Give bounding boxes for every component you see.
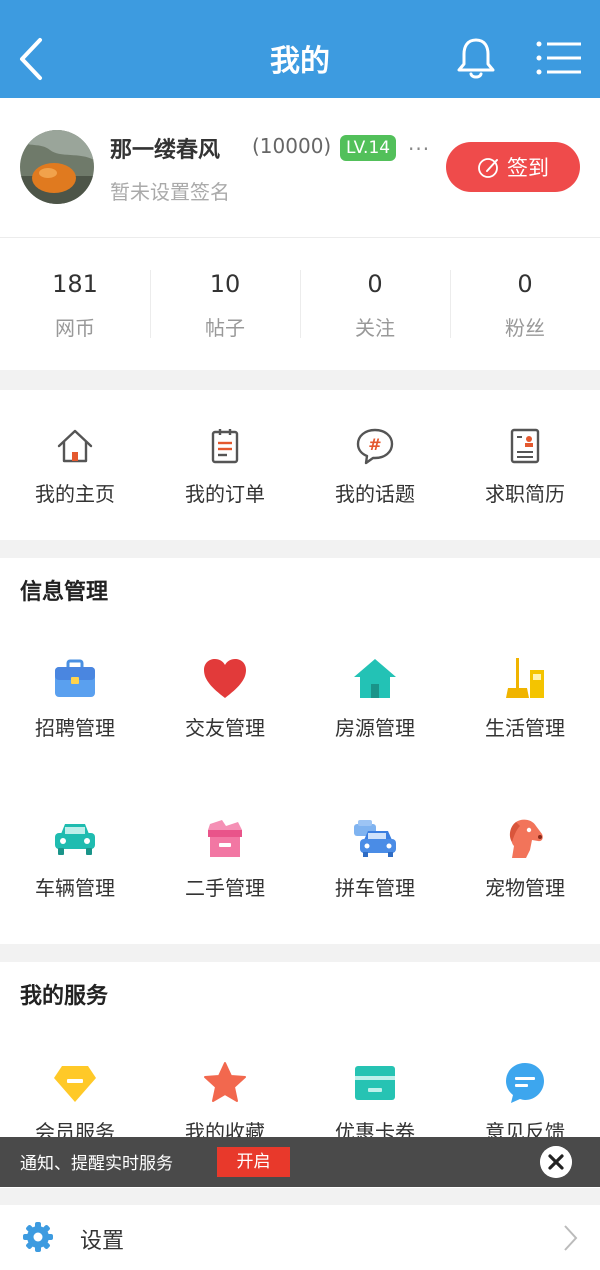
info-item-label: 二手管理 [185,876,265,900]
notification-text: 通知、提醒实时服务 [20,1154,173,1174]
info-item-label: 房源管理 [335,716,415,740]
order-clipboard-icon [211,429,239,464]
dog-icon [509,819,543,858]
checkin-edit-icon [478,158,498,178]
level-badge: LV.14 [340,135,397,161]
carpool-icon [354,820,396,857]
settings-row[interactable]: 设置 [0,1205,600,1270]
checkin-label: 签到 [507,156,549,180]
info-item-label: 宠物管理 [485,876,565,900]
stats-row: 181 网币 10 帖子 0 关注 0 粉丝 [0,238,600,370]
page-title: 我的 [270,44,330,79]
info-item-dating[interactable]: 交友管理 [150,656,300,741]
section-title: 信息管理 [20,580,109,605]
resume-icon [510,428,540,464]
svg-text:#: # [368,435,381,454]
info-item-vehicle[interactable]: 车辆管理 [0,816,150,901]
stat-coins[interactable]: 181 网币 [0,238,150,370]
profile-card[interactable]: 那一缕春风 (10000) LV.14 ... 暂未设置签名 签到 [0,98,600,238]
avatar[interactable] [20,130,94,204]
stat-label: 帖子 [205,316,245,340]
stat-value: 181 [52,270,98,298]
menu-icon[interactable] [535,40,583,76]
stat-label: 关注 [355,316,395,340]
user-name: 那一缕春风 [110,138,221,163]
info-item-label: 拼车管理 [335,876,415,900]
close-icon[interactable] [540,1146,572,1178]
quick-link-orders[interactable]: 我的订单 [150,390,300,540]
quick-link-label: 求职简历 [485,482,565,506]
info-grid-row-1: 招聘管理 交友管理 房源管理 生活管理 [0,656,600,741]
quick-links: 我的主页 我的订单 # 我的话题 求职简历 [0,390,600,540]
stat-followers[interactable]: 0 粉丝 [450,238,600,370]
stat-value: 0 [517,270,533,298]
home-outline-icon [57,429,93,463]
quick-link-label: 我的主页 [35,482,115,506]
bell-icon[interactable] [455,36,497,80]
notification-bar: 通知、提醒实时服务 开启 [0,1137,600,1187]
stat-following[interactable]: 0 关注 [300,238,450,370]
user-id: (10000) [252,134,332,158]
top-bar: 我的 [0,0,600,98]
info-item-label: 招聘管理 [35,716,115,740]
service-item-feedback[interactable]: 意见反馈 [450,1060,600,1145]
stat-value: 10 [209,270,241,298]
service-item-coupons[interactable]: 优惠卡券 [300,1060,450,1145]
stat-label: 粉丝 [505,316,545,340]
info-grid-row-2: 车辆管理 二手管理 拼车管理 宠物管理 [0,816,600,901]
enable-notification-button[interactable]: 开启 [217,1147,290,1177]
service-item-favorites[interactable]: 我的收藏 [150,1060,300,1145]
info-item-housing[interactable]: 房源管理 [300,656,450,741]
broom-icon [506,658,544,698]
info-item-pets[interactable]: 宠物管理 [450,816,600,901]
stat-value: 0 [367,270,383,298]
info-item-label: 车辆管理 [35,876,115,900]
house-icon [354,659,396,698]
stat-posts[interactable]: 10 帖子 [150,238,300,370]
topic-hash-icon: # [356,428,394,465]
quick-link-homepage[interactable]: 我的主页 [0,390,150,540]
feedback-chat-icon [506,1063,544,1103]
member-diamond-icon [54,1066,96,1102]
info-management-section: 信息管理 招聘管理 交友管理 房源管理 生活管理 车辆管理 二手管理 拼车管理 … [0,558,600,944]
quick-link-label: 我的话题 [335,482,415,506]
quick-link-topics[interactable]: # 我的话题 [300,390,450,540]
quick-link-label: 我的订单 [185,482,265,506]
heart-icon [204,659,246,698]
coupon-icon [355,1066,395,1100]
info-item-label: 生活管理 [485,716,565,740]
info-item-recruitment[interactable]: 招聘管理 [0,656,150,741]
more-indicator: ... [408,131,431,155]
info-item-life[interactable]: 生活管理 [450,656,600,741]
quick-link-resume[interactable]: 求职简历 [450,390,600,540]
info-item-label: 交友管理 [185,716,265,740]
user-signature: 暂未设置签名 [110,180,230,204]
section-title: 我的服务 [20,984,109,1009]
checkin-button[interactable]: 签到 [446,142,580,192]
briefcase-icon [55,659,95,697]
car-icon [55,824,95,855]
services-grid: 会员服务 我的收藏 优惠卡券 意见反馈 [0,1060,600,1145]
star-icon [204,1062,246,1102]
gear-icon [23,1222,53,1252]
stat-label: 网币 [55,316,95,340]
settings-label: 设置 [80,1229,125,1254]
chevron-right-icon [564,1225,578,1251]
info-item-carpool[interactable]: 拼车管理 [300,816,450,901]
service-item-membership[interactable]: 会员服务 [0,1060,150,1145]
box-icon [208,820,242,857]
info-item-secondhand[interactable]: 二手管理 [150,816,300,901]
